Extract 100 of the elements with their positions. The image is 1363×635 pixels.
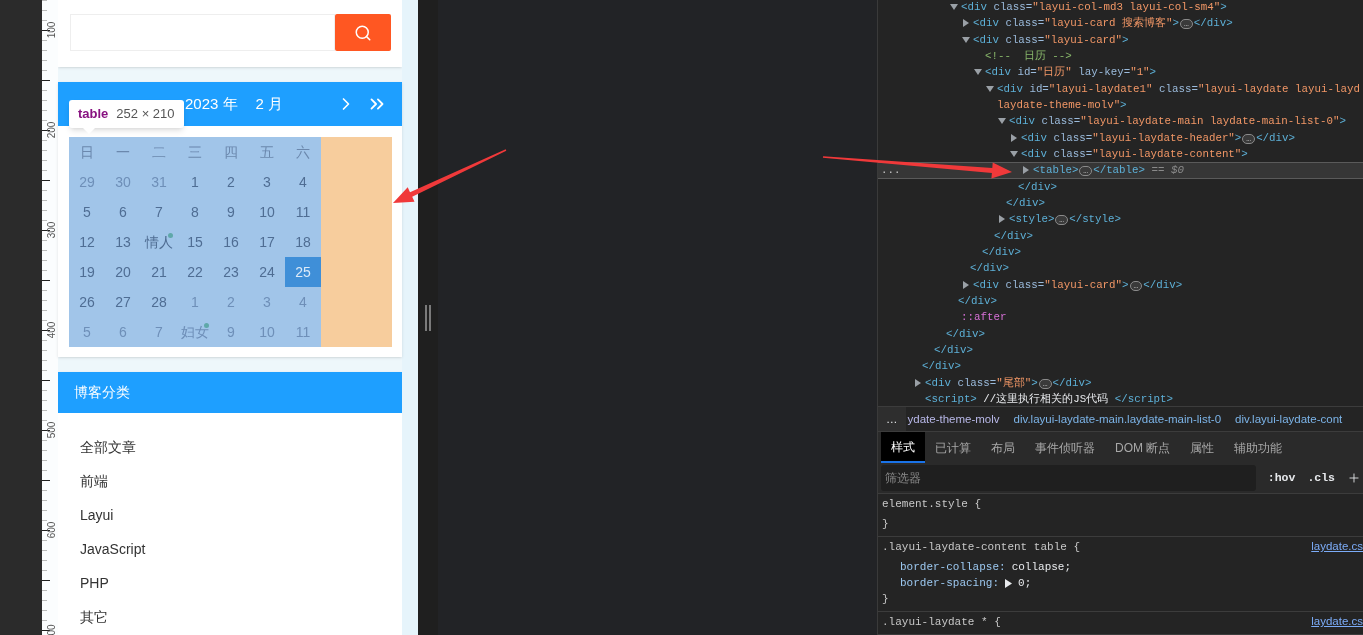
dom-node-line[interactable]: </div> xyxy=(994,227,1033,244)
category-link[interactable]: PHP xyxy=(58,566,109,600)
dom-tree-row[interactable]: <div class="layui-col-md3 layui-col-sm4"> xyxy=(878,0,1363,16)
dom-node-line[interactable]: laydate-theme-molv"> xyxy=(997,97,1127,114)
triangle-right-icon[interactable] xyxy=(998,215,1006,224)
dom-node-line[interactable]: <div class="layui-laydate-header"> … </div> xyxy=(1021,129,1296,146)
dom-node-line[interactable]: <!-- 日历 --> xyxy=(985,48,1072,65)
add-rule-icon[interactable] xyxy=(1347,471,1361,486)
dom-node-line[interactable]: <div class="layui-card 搜索博客"> … </div> xyxy=(973,15,1233,32)
dom-node-line[interactable]: <div id="日历" lay-key="1"> xyxy=(985,64,1157,81)
dom-node-line[interactable]: </div> xyxy=(922,358,961,375)
triangle-down-icon[interactable] xyxy=(1010,150,1018,159)
dom-tree-row[interactable]: <div class="layui-card"> xyxy=(878,31,1363,48)
dom-node-line[interactable]: <div class="尾部"> … </div> xyxy=(925,374,1092,391)
filter-field[interactable]: 筛选器 xyxy=(881,465,1256,492)
category-link[interactable]: 其它 xyxy=(58,600,108,634)
category-link[interactable]: 前端 xyxy=(58,464,108,498)
rule-selector: element.style { xyxy=(882,496,982,512)
tooltip-tag: table xyxy=(78,104,109,124)
ruler-label: 600 xyxy=(47,521,57,539)
weekday-label: 五 xyxy=(259,142,275,162)
breadcrumb-item[interactable]: div.layui-laydate-cont xyxy=(1235,410,1343,428)
category-link[interactable]: JavaScript xyxy=(58,532,146,566)
css-value[interactable]: collapse; xyxy=(1011,558,1072,576)
dom-node-line[interactable]: </div> xyxy=(946,325,985,342)
rule-close-brace: } xyxy=(882,591,889,607)
dom-node-line[interactable]: </div> xyxy=(982,244,1021,261)
dom-node-line[interactable]: </div> xyxy=(1006,195,1045,212)
dom-node-line[interactable]: <table> … </table> == $0 xyxy=(1033,162,1184,179)
rule-selector: .layui-laydate-content table { xyxy=(882,539,1081,555)
category-link[interactable]: Layui xyxy=(58,498,114,532)
weekday-label: 四 xyxy=(223,142,239,162)
dom-node-line[interactable]: <script> //这里执行相关的JS代码 </script> xyxy=(925,390,1174,407)
styles-toggle[interactable]: .cls xyxy=(1307,469,1335,487)
ruler-label: 100 xyxy=(47,21,57,39)
triangle-right-icon[interactable] xyxy=(962,280,970,289)
triangle-right-icon[interactable] xyxy=(914,378,922,387)
category-link[interactable]: 全部文章 xyxy=(58,430,136,464)
weekday-label: 一 xyxy=(115,142,131,162)
styles-tab[interactable]: 事件侦听器 xyxy=(1025,432,1105,464)
triangle-right-icon[interactable] xyxy=(962,19,970,28)
styles-tab[interactable]: 已计算 xyxy=(925,432,981,464)
dom-tree-row[interactable]: <div id="layui-laydate1" class="layui-laydate layui-layd xyxy=(878,80,1363,97)
drag-handle-icon[interactable] xyxy=(425,304,431,331)
dom-node-line[interactable]: ::after xyxy=(961,309,1007,326)
dom-tree-row[interactable]: <div class="layui-card"> … </div> xyxy=(878,276,1363,293)
search-field[interactable] xyxy=(70,14,335,51)
styles-tab[interactable]: 辅助功能 xyxy=(1224,432,1293,464)
stylesheet-link[interactable]: laydate.cs xyxy=(1311,613,1363,631)
ruler-label: 200 xyxy=(47,121,57,139)
ruler-label: 300 xyxy=(47,221,57,239)
breadcrumb-item[interactable]: div.layui-laydate-main.laydate-main-list-0 xyxy=(1013,410,1222,428)
triangle-right-icon[interactable] xyxy=(1010,133,1018,142)
dom-tree-row[interactable]: <div class="尾部"> … </div> xyxy=(878,374,1363,391)
dom-node-line[interactable]: <div id="layui-laydate1" class="layui-laydate layui-layd xyxy=(997,80,1360,97)
triangle-down-icon[interactable] xyxy=(998,117,1006,126)
dom-node-line[interactable]: <div class="layui-laydate-main laydate-main-list-0"> xyxy=(1009,113,1346,130)
dom-node-line[interactable]: </div> xyxy=(934,341,973,359)
styles-tab[interactable]: 样式 xyxy=(881,432,925,464)
search-icon xyxy=(354,23,372,42)
category-title: 博客分类 xyxy=(58,372,402,413)
ruler-label: 00 xyxy=(47,624,57,635)
styles-toggle[interactable]: :hov xyxy=(1267,469,1296,487)
rule-close-brace: } xyxy=(882,516,889,532)
styles-tab[interactable]: 布局 xyxy=(981,432,1025,464)
dom-tree-row[interactable]: <div class="layui-laydate-header"> … </div> xyxy=(878,129,1363,146)
triangle-down-icon[interactable] xyxy=(950,3,958,12)
dom-tree-row[interactable]: <div id="日历" lay-key="1"> xyxy=(878,64,1363,81)
breadcrumb-overflow[interactable]: … xyxy=(878,407,906,432)
css-property[interactable]: border-spacing: xyxy=(900,574,1000,592)
dom-tree-row[interactable]: <div class="layui-laydate-main laydate-main-list-0"> xyxy=(878,113,1363,130)
dom-node-line[interactable]: <div class="layui-col-md3 layui-col-sm4"> xyxy=(961,0,1227,16)
ruler-label: 400 xyxy=(47,321,57,339)
dom-node-line[interactable]: <style> … </style> xyxy=(1009,211,1121,228)
row-menu[interactable]: ... xyxy=(881,164,901,177)
dom-tree-row[interactable]: <script> //这里执行相关的JS代码 </script> xyxy=(878,390,1363,407)
dom-tree-row[interactable]: <div class="layui-laydate-content"> xyxy=(878,145,1363,163)
triangle-right-icon[interactable] xyxy=(1005,578,1013,588)
dom-node-line[interactable]: </div> xyxy=(970,260,1009,277)
css-value[interactable]: 0; xyxy=(1018,574,1032,592)
triangle-down-icon[interactable] xyxy=(986,84,994,93)
weekday-label: 六 xyxy=(295,142,311,162)
breadcrumb-item[interactable]: ydate-theme-molv xyxy=(907,410,1000,428)
dom-node-line[interactable]: <div class="layui-card"> xyxy=(973,31,1129,48)
dom-tree-row[interactable]: <style> … </style> xyxy=(878,211,1363,228)
dom-node-line[interactable]: </div> xyxy=(958,292,997,310)
styles-tab[interactable]: 属性 xyxy=(1180,432,1225,464)
dom-node-line[interactable]: <div class="layui-card"> … </div> xyxy=(973,276,1183,293)
stylesheet-link[interactable]: laydate.cs xyxy=(1311,538,1363,556)
triangle-down-icon[interactable] xyxy=(974,68,982,77)
dom-tree-row[interactable]: <div class="layui-card 搜索博客"> … </div> xyxy=(878,15,1363,32)
dom-tree-row[interactable]: ... <table> … </table> == $0 xyxy=(878,162,1363,179)
ruler-label: 500 xyxy=(47,421,57,439)
css-property[interactable]: border-collapse: xyxy=(900,558,1006,576)
styles-tab[interactable]: DOM 断点 xyxy=(1105,432,1181,464)
dom-node-line[interactable]: <div class="layui-laydate-content"> xyxy=(1021,146,1248,163)
triangle-down-icon[interactable] xyxy=(962,35,970,44)
dom-tree-row[interactable]: <!-- 日历 --> xyxy=(878,48,1363,65)
dom-tree-row[interactable]: ::after xyxy=(878,309,1363,326)
dom-node-line[interactable]: </div> xyxy=(1018,178,1057,195)
